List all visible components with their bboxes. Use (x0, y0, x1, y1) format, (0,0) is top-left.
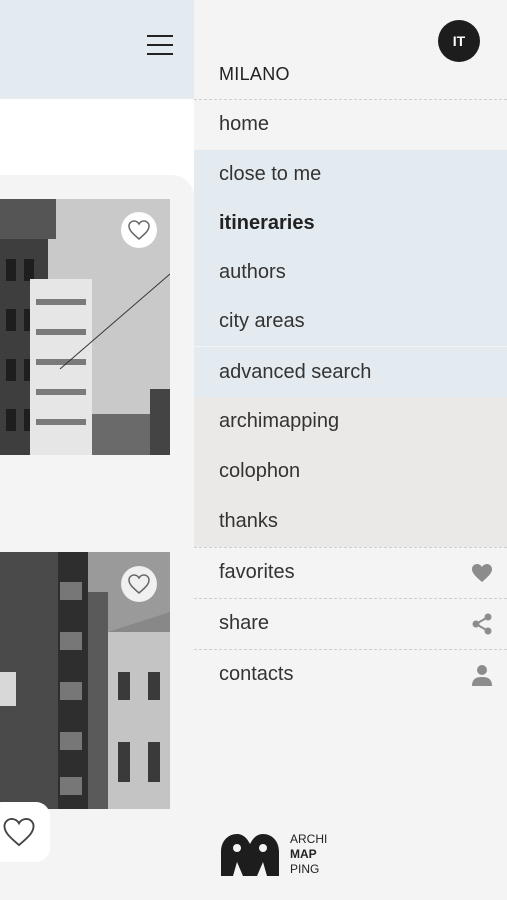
logo-mark-icon (221, 834, 279, 876)
favorite-chip[interactable] (0, 802, 50, 862)
user-icon (469, 662, 495, 688)
menu-item-itineraries[interactable]: itineraries (194, 199, 507, 248)
menu-item-label: favorites (219, 561, 295, 583)
logo-text: ARCHI MAP PING (290, 832, 328, 876)
menu-item-thanks[interactable]: thanks (194, 496, 507, 547)
menu-item-archimapping[interactable]: archimapping (194, 397, 507, 446)
menu-item-home[interactable]: home (194, 100, 507, 149)
menu-item-label: share (219, 612, 270, 634)
heart-outline-icon (128, 574, 150, 594)
menu-item-label: contacts (219, 663, 294, 685)
menu-item-label: colophon (219, 459, 301, 482)
heart-outline-icon (3, 817, 35, 847)
language-toggle[interactable]: IT (438, 20, 480, 62)
menu-item-advanced-search[interactable]: advanced search (194, 347, 507, 397)
menu-item-label: city areas (219, 310, 305, 332)
heart-outline-icon (128, 220, 150, 240)
favorite-button[interactable] (121, 212, 157, 248)
share-icon (469, 611, 495, 637)
menu-item-share[interactable]: share (194, 599, 507, 648)
city-label: MILANO (219, 64, 290, 84)
hamburger-icon[interactable] (147, 35, 173, 57)
menu-item-favorites[interactable]: favorites (194, 548, 507, 597)
menu-item-label: close to me (219, 163, 322, 185)
menu-item-label: advanced search (219, 360, 372, 383)
menu-item-label: archimapping (219, 410, 340, 432)
menu-item-label: thanks (219, 510, 278, 532)
side-menu: IT MILANO home close to me itineraries a… (194, 0, 507, 900)
menu-item-close-to-me[interactable]: close to me (194, 150, 507, 199)
menu-item-label: home (219, 113, 270, 135)
menu-item-colophon[interactable]: colophon (194, 446, 507, 496)
menu-item-city-areas[interactable]: city areas (194, 297, 507, 346)
menu-item-authors[interactable]: authors (194, 248, 507, 297)
menu-item-label: authors (219, 261, 286, 283)
top-bar (0, 0, 194, 99)
heart-icon (469, 560, 495, 586)
archimapping-logo[interactable]: ARCHI MAP PING (219, 830, 339, 878)
menu-item-label: itineraries (219, 212, 315, 234)
favorite-button[interactable] (121, 566, 157, 602)
menu-item-contacts[interactable]: contacts (194, 650, 507, 699)
